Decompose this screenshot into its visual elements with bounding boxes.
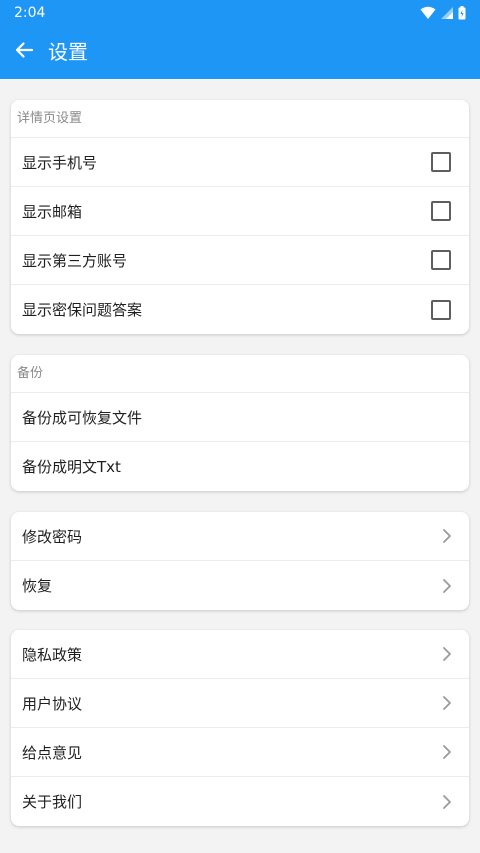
row-label: 恢复: [22, 577, 53, 595]
user-agreement-row[interactable]: 用户协议: [11, 679, 469, 728]
chevron-right-icon: [442, 578, 452, 594]
section-header-backup: 备份: [11, 355, 469, 393]
change-password-row[interactable]: 修改密码: [11, 512, 469, 561]
show-email-row[interactable]: 显示邮箱: [11, 187, 469, 236]
chevron-right-icon: [442, 695, 452, 711]
row-label: 显示密保问题答案: [22, 301, 143, 319]
row-label: 修改密码: [22, 527, 83, 546]
chevron-right-icon: [442, 744, 452, 760]
show-email-checkbox[interactable]: [431, 201, 451, 221]
backup-card: 备份 备份成可恢复文件 备份成明文Txt: [11, 355, 469, 491]
show-phone-row[interactable]: 显示手机号: [11, 138, 469, 187]
chevron-right-icon: [442, 528, 452, 544]
row-label: 关于我们: [22, 793, 83, 811]
detail-settings-card: 详情页设置 显示手机号 显示邮箱 显示第三方账号 显示密保问题答案: [11, 100, 469, 334]
security-card: 修改密码 恢复: [11, 512, 469, 610]
chevron-right-icon: [442, 794, 452, 810]
status-icons: [420, 6, 466, 20]
row-label: 显示邮箱: [22, 202, 83, 221]
row-label: 显示第三方账号: [22, 251, 128, 270]
show-third-party-account-row[interactable]: 显示第三方账号: [11, 236, 469, 285]
about-us-row[interactable]: 关于我们: [11, 777, 469, 826]
row-label: 给点意见: [22, 743, 83, 762]
row-label: 用户协议: [22, 694, 83, 713]
wifi-icon: [420, 6, 436, 20]
chevron-right-icon: [442, 646, 452, 662]
section-header-detail: 详情页设置: [11, 100, 469, 138]
page-title: 设置: [48, 40, 88, 64]
backup-restorable-file-row[interactable]: 备份成可恢复文件: [11, 393, 469, 442]
show-third-party-account-checkbox[interactable]: [431, 250, 451, 270]
arrow-left-icon: [14, 40, 34, 64]
status-bar: 2:04: [0, 0, 480, 26]
status-time: 2:04: [14, 5, 46, 21]
show-security-answer-row[interactable]: 显示密保问题答案: [11, 285, 469, 334]
show-security-answer-checkbox[interactable]: [431, 299, 451, 320]
row-label: 隐私政策: [22, 645, 83, 664]
show-phone-checkbox[interactable]: [431, 152, 451, 172]
feedback-row[interactable]: 给点意见: [11, 728, 469, 777]
app-bar: 设置: [0, 26, 480, 79]
restore-row[interactable]: 恢复: [11, 561, 469, 610]
signal-icon: [441, 7, 453, 19]
backup-plain-txt-row[interactable]: 备份成明文Txt: [11, 442, 469, 491]
battery-icon: [458, 6, 466, 20]
back-button[interactable]: [8, 36, 40, 68]
about-card: 隐私政策 用户协议 给点意见 关于我们: [11, 630, 469, 826]
row-label: 显示手机号: [22, 153, 98, 172]
row-label: 备份成明文Txt: [22, 458, 121, 476]
privacy-policy-row[interactable]: 隐私政策: [11, 630, 469, 679]
row-label: 备份成可恢复文件: [22, 408, 143, 427]
